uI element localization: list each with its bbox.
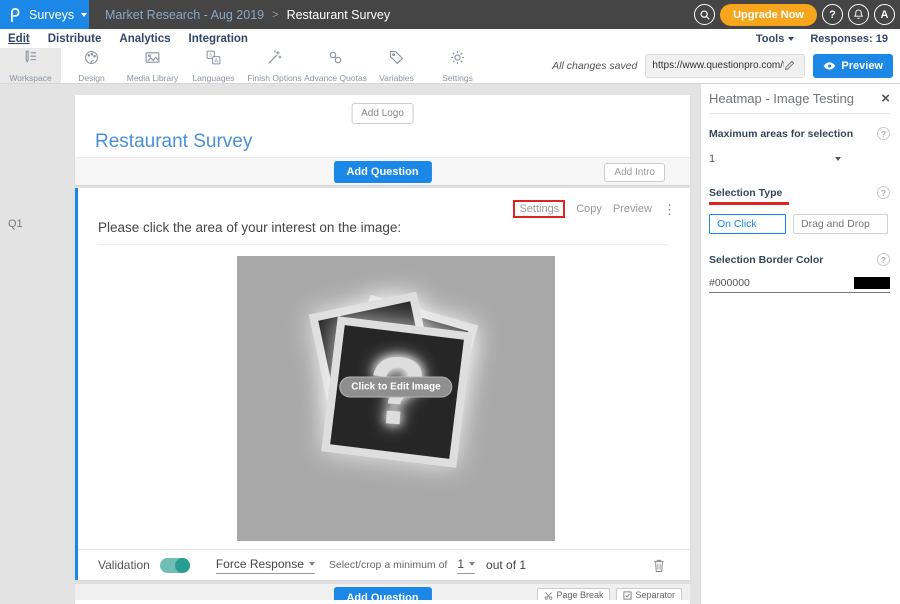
advance-quotas-icon xyxy=(327,49,344,71)
brand-area[interactable]: Surveys xyxy=(0,0,89,29)
selection-type-label: Selection Type xyxy=(709,187,782,199)
toolbar-item-media-library[interactable]: Media Library xyxy=(122,48,183,83)
avatar[interactable]: A xyxy=(874,4,895,25)
border-color-group: Selection Border Color ? #000000 xyxy=(709,253,890,293)
tools-menu[interactable]: Tools xyxy=(756,33,795,45)
border-color-label: Selection Border Color xyxy=(709,254,823,266)
validation-row: Validation Force Response Select/crop a … xyxy=(78,549,690,580)
search-icon[interactable] xyxy=(694,4,715,25)
caret-down-icon xyxy=(469,562,475,566)
survey-actions-band: Add Question Add Intro xyxy=(75,157,690,185)
languages-icon: sA xyxy=(205,49,222,71)
survey-url-field[interactable] xyxy=(645,54,805,78)
caret-down-icon xyxy=(835,157,841,161)
eye-icon xyxy=(823,61,836,71)
min-select-suffix: out of 1 xyxy=(486,558,526,572)
toolbar-item-advance-quotas[interactable]: Advance Quotas xyxy=(305,48,366,83)
preview-button[interactable]: Preview xyxy=(813,54,893,78)
validation-label: Validation xyxy=(98,558,150,572)
help-icon[interactable]: ? xyxy=(822,4,843,25)
add-question-band: Add Question Page Break Separator xyxy=(75,583,690,600)
drag-and-drop-option[interactable]: Drag and Drop xyxy=(793,214,888,234)
toolbar-item-languages[interactable]: sA Languages xyxy=(183,48,244,83)
tab-integration[interactable]: Integration xyxy=(189,33,248,45)
panel-title: Heatmap - Image Testing xyxy=(709,91,854,106)
help-circle-icon[interactable]: ? xyxy=(877,127,890,140)
toolbar-item-design[interactable]: Design xyxy=(61,48,122,83)
product-switcher-label[interactable]: Surveys xyxy=(29,8,74,22)
trash-icon[interactable] xyxy=(653,558,665,573)
question-settings-panel: Heatmap - Image Testing × Maximum areas … xyxy=(700,84,900,604)
caret-down-icon xyxy=(788,37,794,41)
kebab-menu-icon[interactable]: ⋮ xyxy=(663,203,676,216)
scissors-icon xyxy=(544,591,553,600)
toolbar-item-settings[interactable]: Settings xyxy=(427,48,488,83)
svg-text:A: A xyxy=(214,58,218,64)
validation-toggle[interactable] xyxy=(160,558,190,573)
responses-count[interactable]: Responses: 19 xyxy=(810,33,888,45)
add-question-button-top[interactable]: Add Question xyxy=(333,161,431,183)
max-areas-label: Maximum areas for selection xyxy=(709,128,853,140)
heatmap-image-placeholder[interactable]: ? Click to Edit Image xyxy=(237,256,555,541)
next-section-edge xyxy=(75,600,690,604)
breadcrumb: Market Research - Aug 2019 > Restaurant … xyxy=(89,8,390,22)
question-id-label: Q1 xyxy=(8,218,23,230)
tab-edit[interactable]: Edit xyxy=(8,33,30,45)
editor-toolbar: Workspace Design Media Library sA Langua… xyxy=(0,48,900,84)
border-color-value[interactable]: #000000 xyxy=(709,277,750,289)
border-color-field[interactable]: #000000 xyxy=(709,277,890,293)
media-library-icon xyxy=(144,49,161,71)
add-intro-button[interactable]: Add Intro xyxy=(604,163,665,182)
survey-title[interactable]: Restaurant Survey xyxy=(95,131,252,153)
finish-options-icon xyxy=(266,49,283,71)
question-copy-button[interactable]: Copy xyxy=(576,203,602,215)
questionpro-logo-icon xyxy=(8,7,22,23)
on-click-option[interactable]: On Click xyxy=(709,214,786,234)
save-status: All changes saved xyxy=(552,60,637,72)
design-icon xyxy=(83,49,100,71)
help-circle-icon[interactable]: ? xyxy=(877,186,890,199)
edit-url-icon[interactable] xyxy=(784,60,795,71)
breadcrumb-separator: > xyxy=(272,9,278,21)
question-preview-button[interactable]: Preview xyxy=(613,203,652,215)
add-logo-button[interactable]: Add Logo xyxy=(351,103,414,124)
min-select-prefix: Select/crop a minimum of xyxy=(329,559,447,571)
help-circle-icon[interactable]: ? xyxy=(877,253,890,266)
selection-type-group: Selection Type ? On Click Drag and Drop xyxy=(709,186,890,234)
caret-down-icon xyxy=(81,13,87,17)
upgrade-now-button[interactable]: Upgrade Now xyxy=(720,4,817,26)
color-swatch[interactable] xyxy=(854,277,890,289)
caret-down-icon xyxy=(309,562,315,566)
separator-icon xyxy=(623,591,632,600)
question-text[interactable]: Please click the area of your interest o… xyxy=(98,220,668,245)
variables-icon xyxy=(388,49,405,71)
breadcrumb-current: Restaurant Survey xyxy=(287,8,391,22)
top-bar: Surveys Market Research - Aug 2019 > Res… xyxy=(0,0,900,29)
bell-icon[interactable] xyxy=(848,4,869,25)
question-settings-button[interactable]: Settings xyxy=(513,200,565,218)
toolbar-item-workspace[interactable]: Workspace xyxy=(0,48,61,83)
survey-url-input[interactable] xyxy=(652,60,784,71)
click-to-edit-image-button[interactable]: Click to Edit Image xyxy=(339,377,452,398)
workspace-icon xyxy=(22,49,39,71)
max-areas-select[interactable]: 1 xyxy=(709,153,841,165)
question-card: Settings Copy Preview ⋮ Please click the… xyxy=(75,188,690,580)
main-nav: Edit Distribute Analytics Integration To… xyxy=(0,29,900,48)
close-icon[interactable]: × xyxy=(881,91,890,106)
tab-distribute[interactable]: Distribute xyxy=(48,33,102,45)
survey-header-card: Add Logo Restaurant Survey Add Question … xyxy=(75,95,690,185)
toolbar-item-variables[interactable]: Variables xyxy=(366,48,427,83)
settings-icon xyxy=(449,49,466,71)
validation-type-dropdown[interactable]: Force Response xyxy=(216,557,315,574)
svg-text:s: s xyxy=(209,52,212,58)
red-annotation-underline xyxy=(709,202,789,205)
max-areas-group: Maximum areas for selection ? 1 xyxy=(709,127,890,165)
min-value-dropdown[interactable]: 1 xyxy=(457,557,475,574)
tab-analytics[interactable]: Analytics xyxy=(119,33,170,45)
toolbar-item-finish-options[interactable]: Finish Options xyxy=(244,48,305,83)
breadcrumb-parent[interactable]: Market Research - Aug 2019 xyxy=(105,8,264,22)
